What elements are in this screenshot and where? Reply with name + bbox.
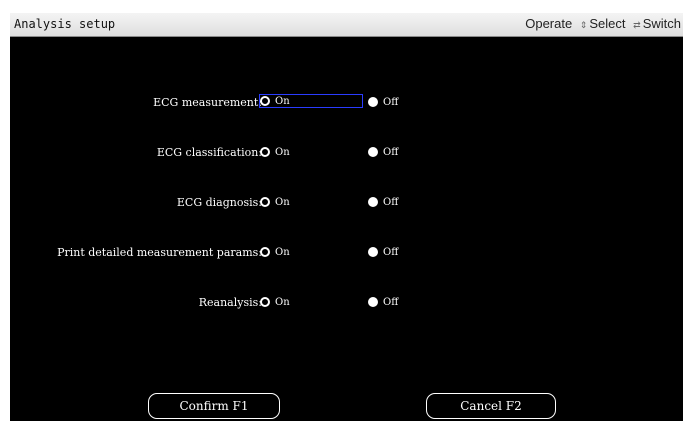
radio-unselected-icon <box>368 97 378 107</box>
operation-hints: Operate ⇕ Select ⇄ Switch <box>525 16 681 31</box>
setting-row-ecg-classification: ECG classification: On Off <box>10 143 683 163</box>
reanalysis-off-radio[interactable]: Off <box>368 295 428 309</box>
radio-unselected-icon <box>368 297 378 307</box>
option-on-label: On <box>275 296 290 308</box>
settings-panel: ECG measurement: On Off ECG classificati… <box>10 37 683 421</box>
window-title: Analysis setup <box>14 17 116 31</box>
radio-unselected-icon <box>368 247 378 257</box>
option-on-label: On <box>275 246 290 258</box>
operate-hint-label: Operate <box>525 16 573 31</box>
ecg-classification-on-radio[interactable]: On <box>260 145 358 159</box>
setting-label: ECG diagnosis: <box>176 196 262 209</box>
select-hint-label: Select <box>589 16 626 31</box>
radio-selected-icon <box>260 297 270 307</box>
setting-label: ECG classification: <box>156 146 262 159</box>
setting-label: ECG measurement: <box>153 96 262 109</box>
ecg-diagnosis-on-radio[interactable]: On <box>260 195 358 209</box>
confirm-button[interactable]: Confirm F1 <box>148 393 280 419</box>
option-on-label: On <box>275 146 290 158</box>
option-off-label: Off <box>383 246 399 258</box>
option-off-label: Off <box>383 146 399 158</box>
left-right-arrows-icon: ⇄ <box>633 20 641 30</box>
setting-label: Print detailed measurement params: <box>57 246 262 259</box>
ecg-measurement-off-radio[interactable]: Off <box>368 95 428 109</box>
cancel-button[interactable]: Cancel F2 <box>426 393 556 419</box>
ecg-diagnosis-off-radio[interactable]: Off <box>368 195 428 209</box>
radio-unselected-icon <box>368 197 378 207</box>
up-down-arrows-icon: ⇕ <box>579 20 588 30</box>
setting-row-ecg-diagnosis: ECG diagnosis: On Off <box>10 193 683 213</box>
option-off-label: Off <box>383 96 399 108</box>
radio-selected-icon <box>260 96 270 106</box>
reanalysis-on-radio[interactable]: On <box>260 295 358 309</box>
switch-hint-label: Switch <box>642 16 681 31</box>
option-on-label: On <box>275 196 290 208</box>
setting-row-print-detailed-params: Print detailed measurement params: On Of… <box>10 243 683 263</box>
title-bar: Analysis setup Operate ⇕ Select ⇄ Switch <box>10 13 683 37</box>
print-detailed-params-on-radio[interactable]: On <box>260 245 358 259</box>
ecg-classification-off-radio[interactable]: Off <box>368 145 428 159</box>
ecg-analysis-setup-screen: Analysis setup Operate ⇕ Select ⇄ Switch E… <box>0 0 683 421</box>
radio-selected-icon <box>260 247 270 257</box>
option-off-label: Off <box>383 296 399 308</box>
option-off-label: Off <box>383 196 399 208</box>
option-on-label: On <box>275 95 290 107</box>
radio-selected-icon <box>260 197 270 207</box>
radio-selected-icon <box>260 147 270 157</box>
setting-row-ecg-measurement: ECG measurement: On Off <box>10 93 683 113</box>
setting-label: Reanalysis: <box>198 296 262 309</box>
print-detailed-params-off-radio[interactable]: Off <box>368 245 428 259</box>
setting-row-reanalysis: Reanalysis: On Off <box>10 293 683 313</box>
ecg-measurement-on-radio[interactable]: On <box>259 94 363 108</box>
radio-unselected-icon <box>368 147 378 157</box>
